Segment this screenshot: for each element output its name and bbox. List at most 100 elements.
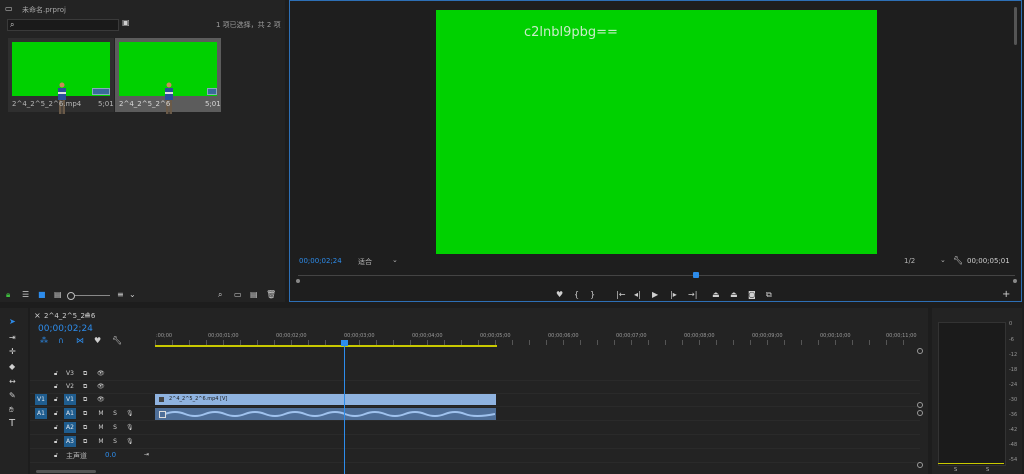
ripple-edit-icon[interactable]: ✛ xyxy=(9,348,16,356)
eye-icon[interactable]: 👁︎ xyxy=(97,370,105,378)
microphone-icon[interactable]: 🎙︎ xyxy=(126,424,134,432)
go-to-out-icon[interactable]: →| xyxy=(688,291,697,299)
video-clip[interactable]: 2^4_2^5_2^6.mp4 [V] xyxy=(155,394,496,405)
new-bin-search-icon[interactable]: ▣ xyxy=(122,19,130,27)
master-volume-value[interactable]: 0.0 xyxy=(105,451,116,459)
ruler-label: 00;00;06;00 xyxy=(548,333,579,339)
audio-clip[interactable] xyxy=(155,408,496,420)
snap-icon[interactable]: ∩ xyxy=(58,337,64,345)
resolution-dropdown[interactable]: 1/2 ⌄ xyxy=(902,256,948,265)
horizontal-scrollbar[interactable] xyxy=(36,470,96,473)
lock-icon[interactable]: 🔓︎ xyxy=(54,383,58,391)
sync-lock-icon[interactable]: ⧉ xyxy=(83,396,87,404)
lock-icon[interactable]: 🔓︎ xyxy=(54,424,58,432)
pen-tool-icon[interactable]: ✎ xyxy=(9,392,16,400)
mark-out-icon[interactable]: } xyxy=(590,291,595,299)
meter-solo-left[interactable]: S xyxy=(954,467,957,473)
sync-lock-icon[interactable]: ⧉ xyxy=(83,438,87,446)
step-forward-icon[interactable]: |▸ xyxy=(670,291,677,299)
scroll-handle[interactable] xyxy=(917,402,923,408)
menu-icon[interactable]: ≡ xyxy=(84,312,91,320)
monitor-scrollbar[interactable] xyxy=(1014,7,1017,45)
timeline-playhead[interactable] xyxy=(341,340,348,474)
slip-tool-icon[interactable]: ↔ xyxy=(9,378,16,386)
track-label-a2[interactable]: A2 xyxy=(64,422,76,433)
list-view-icon[interactable]: ☰ xyxy=(22,291,29,299)
source-patch-a1[interactable]: A1 xyxy=(35,408,47,419)
scroll-handle[interactable] xyxy=(917,348,923,354)
freeform-view-icon[interactable]: ▤ xyxy=(54,291,62,299)
project-item-2[interactable]: 2^4_2^5_2^6 5;01 xyxy=(115,38,221,114)
track-label-a3[interactable]: A3 xyxy=(64,436,76,447)
export-frame-icon[interactable]: ◙ xyxy=(748,291,756,299)
solo-button[interactable]: S xyxy=(109,422,121,433)
playhead-marker[interactable] xyxy=(693,272,699,278)
mark-in-icon[interactable]: { xyxy=(574,291,579,299)
project-item-1[interactable]: 2^4_2^5_2^6.mp4 5;01 xyxy=(8,38,114,114)
extract-icon[interactable]: ⏏ xyxy=(730,291,738,299)
sync-lock-icon[interactable]: ⧉ xyxy=(83,410,87,418)
nest-icon[interactable]: ⁂ xyxy=(40,337,48,345)
add-button-icon[interactable]: + xyxy=(1002,290,1010,300)
close-icon[interactable]: × xyxy=(34,312,41,320)
ruler-label: 00;00;03;00 xyxy=(344,333,375,339)
track-label-a1[interactable]: A1 xyxy=(64,408,76,419)
icon-view-icon[interactable]: ■ xyxy=(38,291,46,299)
scroll-handle[interactable] xyxy=(917,410,923,416)
mute-button[interactable]: M xyxy=(95,436,107,447)
linked-selection-icon[interactable]: ⋈ xyxy=(76,337,84,345)
hand-tool-icon[interactable]: ✋︎ xyxy=(9,406,14,414)
zoom-slider-handle[interactable] xyxy=(67,292,75,300)
razor-tool-icon[interactable]: ◆ xyxy=(9,363,15,371)
sync-lock-icon[interactable]: ⧉ xyxy=(83,370,87,378)
playhead-handle[interactable] xyxy=(341,340,348,346)
find-icon[interactable]: ⌕ xyxy=(218,291,222,299)
sort-icon[interactable]: ≡ xyxy=(117,291,124,299)
meter-solo-right[interactable]: S xyxy=(986,467,989,473)
step-back-icon[interactable]: ◂| xyxy=(634,291,641,299)
lift-icon[interactable]: ⏏ xyxy=(712,291,720,299)
ruler-label: 00;00;04;00 xyxy=(412,333,443,339)
lock-icon[interactable]: 🔒︎ xyxy=(6,291,10,299)
scrub-bar[interactable] xyxy=(296,272,1017,284)
wrench-icon[interactable]: 🔧︎ xyxy=(953,257,963,265)
solo-button[interactable]: S xyxy=(109,436,121,447)
selection-tool-icon[interactable]: ➤ xyxy=(9,318,16,326)
track-select-icon[interactable]: ⇥ xyxy=(9,334,16,342)
lock-icon[interactable]: 🔓︎ xyxy=(54,396,58,404)
eye-icon[interactable]: 👁︎ xyxy=(97,383,105,391)
timeline-timecode[interactable]: 00;00;02;24 xyxy=(38,324,93,334)
source-patch-v1[interactable]: V1 xyxy=(35,394,47,405)
lock-icon[interactable]: 🔓︎ xyxy=(54,370,58,378)
settings-wrench-icon[interactable]: 🔧︎ xyxy=(112,337,122,345)
microphone-icon[interactable]: 🎙︎ xyxy=(126,438,134,446)
microphone-icon[interactable]: 🎙︎ xyxy=(126,410,134,418)
chevron-down-icon[interactable]: ⌄ xyxy=(129,291,136,299)
go-to-end-icon[interactable]: ⇥ xyxy=(144,451,149,459)
monitor-timecode[interactable]: 00;00;02;24 xyxy=(299,257,342,265)
work-area-bar[interactable] xyxy=(155,345,497,347)
lock-icon[interactable]: 🔓︎ xyxy=(54,438,58,446)
new-bin-icon[interactable]: ▭ xyxy=(234,291,242,299)
track-label-v1[interactable]: V1 xyxy=(64,394,76,405)
mute-button[interactable]: M xyxy=(95,408,107,419)
eye-icon[interactable]: 👁︎ xyxy=(97,396,105,404)
add-marker-icon[interactable]: ♥ xyxy=(556,291,563,299)
mute-button[interactable]: M xyxy=(95,422,107,433)
solo-button[interactable]: S xyxy=(109,408,121,419)
sync-lock-icon[interactable]: ⧉ xyxy=(83,383,87,391)
scroll-handle[interactable] xyxy=(917,462,923,468)
type-tool-icon[interactable]: T xyxy=(9,419,15,429)
go-to-in-icon[interactable]: |← xyxy=(616,291,625,299)
fit-dropdown[interactable]: 适合 ⌄ xyxy=(356,256,400,266)
lock-icon[interactable]: 🔓︎ xyxy=(54,452,58,460)
comparison-view-icon[interactable]: ⧉ xyxy=(766,291,772,299)
new-item-icon[interactable]: ▤ xyxy=(250,291,258,299)
lock-icon[interactable]: 🔓︎ xyxy=(54,410,58,418)
trash-icon[interactable]: 🗑︎ xyxy=(266,291,276,299)
add-marker-icon[interactable]: ♥ xyxy=(94,337,101,345)
sync-lock-icon[interactable]: ⧉ xyxy=(83,424,87,432)
play-icon[interactable]: ▶ xyxy=(652,291,658,299)
zoom-slider[interactable] xyxy=(67,292,110,300)
search-box[interactable]: ⌕ xyxy=(7,19,119,31)
